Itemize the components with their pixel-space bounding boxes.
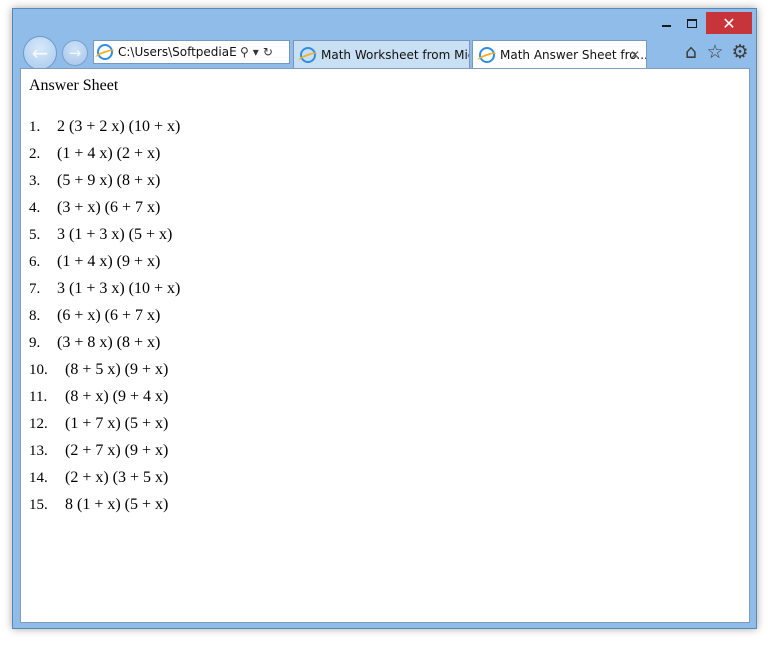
answer-number: 15.: [29, 497, 48, 513]
answer-item: 12. (1 + 7 x) (5 + x): [29, 415, 180, 442]
minimize-button[interactable]: [653, 12, 679, 34]
search-icon[interactable]: ⚲: [240, 45, 249, 59]
answer-item: 2. (1 + 4 x) (2 + x): [29, 145, 180, 172]
answer-expression: (8 + 5 x) (9 + x): [65, 361, 169, 378]
answer-number: 9.: [29, 335, 41, 351]
address-url[interactable]: C:\Users\SoftpediaEdit: [118, 45, 236, 59]
answer-expression: (8 + x) (9 + 4 x): [65, 388, 169, 405]
gear-icon[interactable]: ⚙: [729, 41, 751, 63]
forward-button[interactable]: →: [62, 40, 88, 66]
page-title: Answer Sheet: [29, 77, 119, 94]
answer-item: 7. 3 (1 + 3 x) (10 + x): [29, 280, 180, 307]
answer-number: 8.: [29, 308, 41, 324]
maximize-button[interactable]: [679, 12, 705, 34]
maximize-icon: [687, 18, 697, 28]
answer-number: 7.: [29, 281, 41, 297]
answer-number: 10.: [29, 362, 48, 378]
page-content: Answer Sheet 1. 2 (3 + 2 x) (10 + x) 2. (1…: [20, 68, 750, 623]
answer-expression: 3 (1 + 3 x) (5 + x): [57, 226, 173, 243]
minimize-icon: [661, 25, 671, 27]
tab-math-answer-sheet[interactable]: Math Answer Sheet fro... ✕: [472, 40, 647, 69]
answer-expression: (5 + 9 x) (8 + x): [57, 172, 161, 189]
answer-item: 8. (6 + x) (6 + 7 x): [29, 307, 180, 334]
answer-number: 13.: [29, 443, 48, 459]
answer-number: 4.: [29, 200, 41, 216]
ie-tab-icon: [300, 46, 316, 63]
answer-item: 15. 8 (1 + x) (5 + x): [29, 496, 180, 523]
answer-item: 11. (8 + x) (9 + 4 x): [29, 388, 180, 415]
answer-expression: (1 + 7 x) (5 + x): [65, 415, 169, 432]
answer-expression: 8 (1 + x) (5 + x): [65, 496, 169, 513]
answer-item: 3. (5 + 9 x) (8 + x): [29, 172, 180, 199]
answer-expression: (1 + 4 x) (9 + x): [57, 253, 161, 270]
answer-item: 4. (3 + x) (6 + 7 x): [29, 199, 180, 226]
answer-expression: (6 + x) (6 + 7 x): [57, 307, 161, 324]
answer-number: 5.: [29, 227, 41, 243]
answer-number: 12.: [29, 416, 48, 432]
forward-arrow-icon: →: [68, 44, 82, 62]
answer-list: 1. 2 (3 + 2 x) (10 + x) 2. (1 + 4 x) (2 + …: [29, 118, 180, 523]
answer-number: 2.: [29, 146, 41, 162]
answer-expression: (1 + 4 x) (2 + x): [57, 145, 161, 162]
answer-number: 6.: [29, 254, 41, 270]
dropdown-arrow-icon[interactable]: ▾: [253, 45, 259, 59]
answer-expression: 3 (1 + 3 x) (10 + x): [57, 280, 181, 297]
answer-expression: (3 + x) (6 + 7 x): [57, 199, 161, 216]
answer-item: 14. (2 + x) (3 + 5 x): [29, 469, 180, 496]
answer-number: 1.: [29, 119, 41, 135]
back-button[interactable]: ←: [23, 36, 57, 70]
answer-item: 10. (8 + 5 x) (9 + x): [29, 361, 180, 388]
close-icon: ✕: [722, 13, 736, 33]
answer-expression: (3 + 8 x) (8 + x): [57, 334, 161, 351]
answer-item: 1. 2 (3 + 2 x) (10 + x): [29, 118, 180, 145]
answer-item: 5. 3 (1 + 3 x) (5 + x): [29, 226, 180, 253]
answer-number: 3.: [29, 173, 41, 189]
tab-math-worksheet[interactable]: Math Worksheet from Mic...: [293, 40, 470, 68]
refresh-icon[interactable]: ↻: [263, 45, 273, 59]
star-icon[interactable]: ☆: [704, 41, 726, 63]
answer-expression: (2 + x) (3 + 5 x): [65, 469, 169, 486]
answer-item: 6. (1 + 4 x) (9 + x): [29, 253, 180, 280]
close-button[interactable]: ✕: [706, 12, 752, 34]
answer-item: 13. (2 + 7 x) (9 + x): [29, 442, 180, 469]
tab-label: Math Worksheet from Mic...: [321, 47, 469, 62]
back-arrow-icon: ←: [31, 41, 49, 65]
address-bar[interactable]: C:\Users\SoftpediaEdit ⚲ ▾ ↻: [93, 40, 290, 64]
answer-expression: (2 + 7 x) (9 + x): [65, 442, 169, 459]
tab-label: Math Answer Sheet fro...: [500, 48, 646, 62]
tab-close-icon[interactable]: ✕: [630, 48, 640, 62]
answer-number: 14.: [29, 470, 48, 486]
answer-expression: 2 (3 + 2 x) (10 + x): [57, 118, 181, 135]
browser-window: ✕ ← → C:\Users\SoftpediaEdit ⚲ ▾ ↻ Math …: [12, 8, 757, 629]
answer-number: 11.: [29, 389, 48, 405]
answer-item: 9. (3 + 8 x) (8 + x): [29, 334, 180, 361]
ie-tab-icon: [479, 47, 495, 63]
home-icon[interactable]: ⌂: [680, 41, 702, 63]
ie-page-icon: [97, 44, 113, 60]
